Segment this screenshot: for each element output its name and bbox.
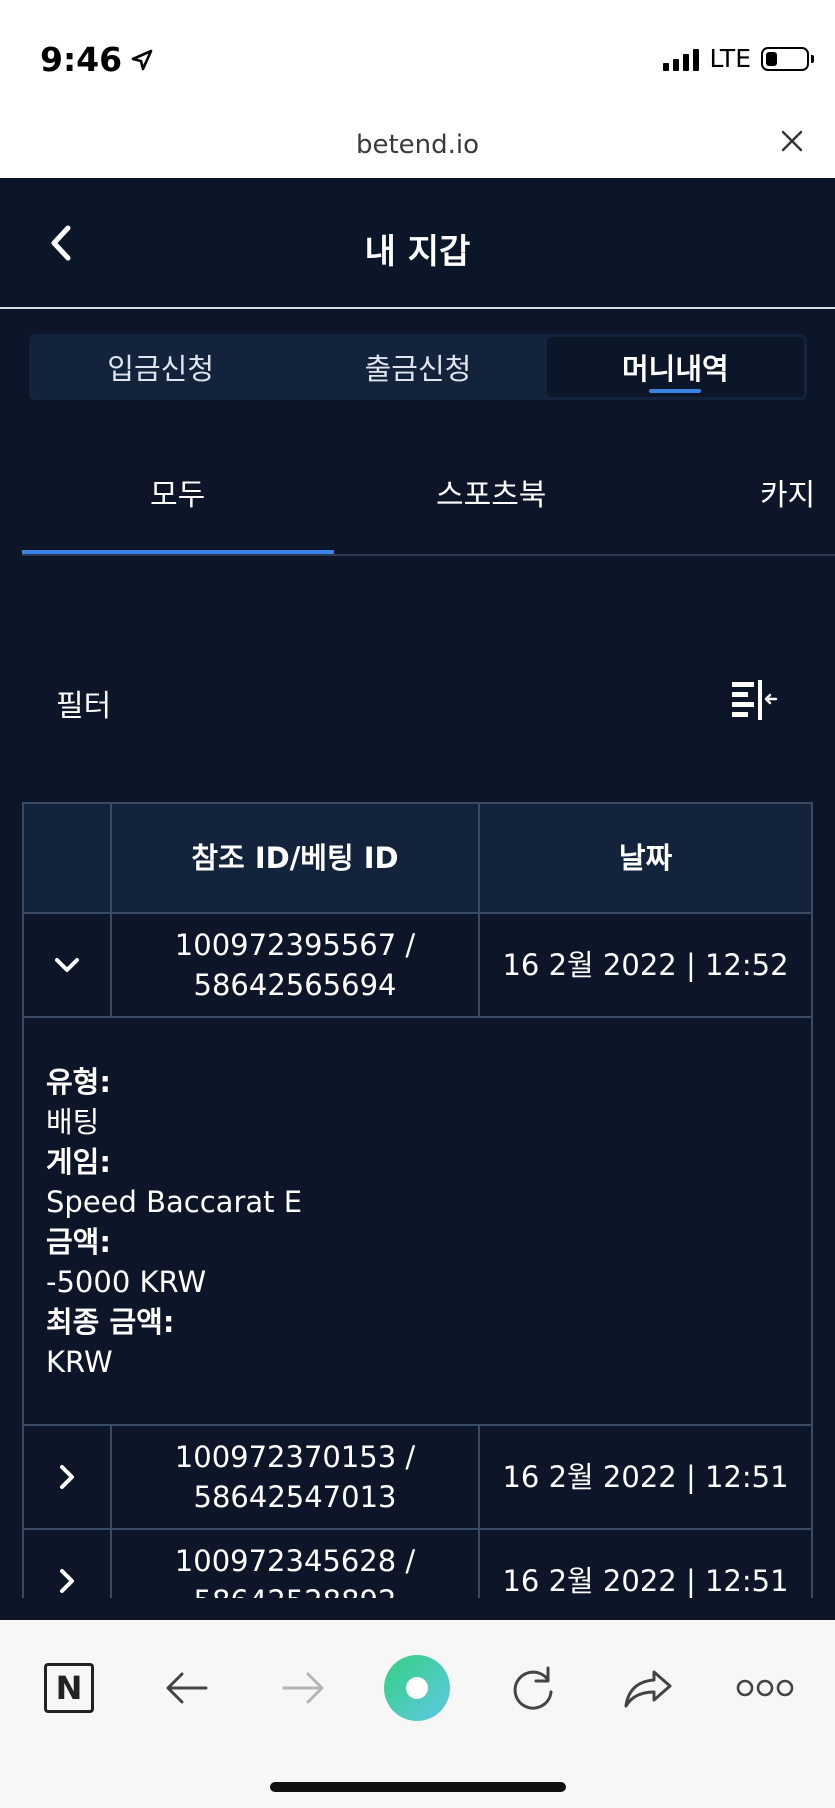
ref-bet-id: 100972345628 / 58642528892 [112,1530,480,1598]
detail-type-label: 유형: [46,1065,111,1099]
page-title: 내 지갑 [364,232,471,272]
app-header: 내 지갑 [0,178,835,309]
ref-bet-id: 100972395567 / 58642565694 [112,914,480,1016]
bet-id: 58642528892 [175,1581,415,1598]
more-options-icon[interactable] [736,1656,794,1720]
ref-id: 100972345628 / [174,1544,416,1578]
chevron-right-icon [60,1569,74,1593]
ref-id: 100972370153 / [174,1440,416,1474]
category-active-indicator [22,550,334,554]
table-row[interactable]: 100972370153 / 58642547013 16 2월 2022 | … [22,1426,813,1530]
detail-final-value: KRW [46,1345,113,1379]
url-text[interactable]: betend.io [0,130,835,160]
tab-deposit[interactable]: 입금신청 [32,337,289,397]
status-time: 9:46 [40,40,154,79]
table-row[interactable]: 100972345628 / 58642528892 16 2월 2022 | … [22,1530,813,1598]
detail-final-label: 최종 금액: [46,1305,175,1339]
forward-arrow-icon[interactable] [280,1656,326,1720]
ref-id: 100972395567 / [174,928,416,962]
ref-bet-id: 100972370153 / 58642547013 [112,1426,480,1528]
network-type: LTE [709,44,751,73]
row-details-panel: 유형: 배팅 게임: Speed Baccarat E 금액: -5000 KR… [22,1018,813,1426]
detail-game-label: 게임: [46,1145,111,1179]
table-header-expand [24,804,112,912]
table-header-ref-id: 참조 ID/베팅 ID [112,804,480,912]
row-date: 16 2월 2022 | 12:51 [502,1564,789,1598]
chevron-down-icon [55,958,79,972]
expand-toggle[interactable] [24,914,112,1016]
expand-toggle[interactable] [24,1530,112,1598]
chevron-right-icon [60,1465,74,1489]
detail-amount-label: 금액: [46,1225,111,1259]
detail-game-value: Speed Baccarat E [46,1185,303,1219]
table-row[interactable]: 100972395567 / 58642565694 16 2월 2022 | … [22,914,813,1018]
filter-collapse-icon[interactable] [730,678,778,722]
green-dot-home-icon[interactable] [383,1654,451,1722]
bet-id: 58642565694 [193,968,397,1002]
back-arrow-icon[interactable] [42,222,82,264]
filter-label[interactable]: 필터 [56,681,111,725]
category-tab-casino[interactable]: 카지 [760,470,815,514]
home-indicator[interactable] [270,1782,566,1792]
signal-icon [663,47,700,71]
browser-url-bar: betend.io [0,104,835,178]
close-icon[interactable] [781,130,803,152]
detail-type-value: 배팅 [46,1105,100,1139]
expand-toggle[interactable] [24,1426,112,1528]
wallet-tabs: 입금신청 출금신청 머니내역 [29,334,807,400]
row-date: 16 2월 2022 | 12:52 [502,948,789,982]
tab-money-history[interactable]: 머니내역 [546,337,804,397]
category-tabs: 모두 스포츠북 카지 [22,440,835,556]
naver-n-icon[interactable]: N [44,1663,94,1713]
category-tab-sportsbook[interactable]: 스포츠북 [436,470,546,514]
table-header-row: 참조 ID/베팅 ID 날짜 [22,802,813,914]
location-arrow-icon [131,49,153,70]
row-date: 16 2월 2022 | 12:51 [502,1460,789,1494]
tab-withdraw[interactable]: 출금신청 [289,337,546,397]
detail-amount-value: -5000 KRW [46,1265,207,1299]
refresh-icon[interactable] [508,1656,558,1720]
money-history-table: 참조 ID/베팅 ID 날짜 100972395567 / 5864256569… [22,802,813,1598]
share-icon[interactable] [622,1656,674,1720]
table-header-date: 날짜 [618,841,673,875]
browser-toolbar: N [0,1620,835,1808]
status-bar: 9:46 LTE [0,0,835,104]
back-arrow-icon[interactable] [164,1656,210,1720]
bet-id: 58642547013 [193,1480,397,1514]
category-tab-all[interactable]: 모두 [150,470,205,514]
status-time-text: 9:46 [40,40,123,79]
status-indicators: LTE [663,44,814,73]
battery-icon [761,46,814,71]
